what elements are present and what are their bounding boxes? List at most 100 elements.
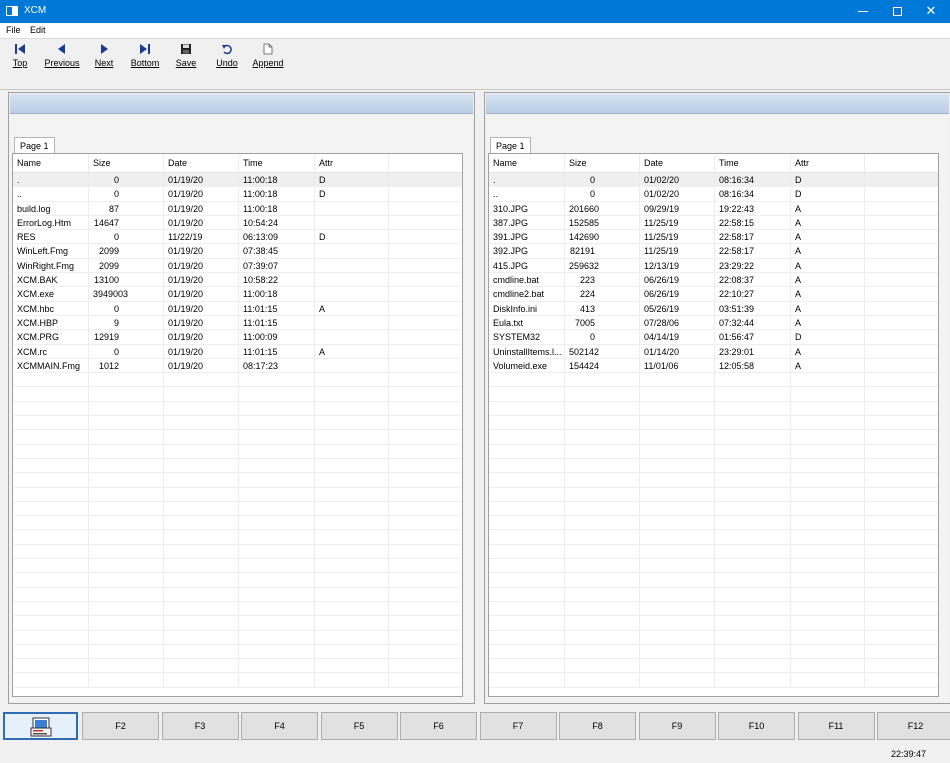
previous-button[interactable]: Previous — [42, 43, 82, 73]
fkey-f11-button[interactable]: F11 — [797, 712, 875, 740]
empty-row[interactable] — [13, 501, 462, 517]
empty-row[interactable] — [489, 387, 938, 402]
menu-file[interactable]: File — [6, 25, 21, 35]
column-header-time[interactable]: Time — [239, 154, 315, 172]
empty-row[interactable] — [13, 616, 462, 631]
empty-row[interactable] — [489, 544, 938, 560]
empty-row[interactable] — [489, 530, 938, 545]
empty-row[interactable] — [13, 673, 462, 688]
empty-row[interactable] — [13, 430, 462, 445]
empty-row[interactable] — [13, 444, 462, 459]
table-row[interactable]: build.log 87 01/19/20 11:00:18 — [13, 201, 462, 216]
table-row[interactable]: XCM.BAK 13100 01/19/20 10:58:22 — [13, 273, 462, 288]
title-bar[interactable]: XCM ✕ — [0, 0, 950, 23]
table-row[interactable]: 310.JPG 201660 09/29/19 19:22:43 A — [489, 201, 938, 216]
column-header-name[interactable]: Name — [489, 154, 565, 172]
table-row[interactable]: Eula.txt 7005 07/28/06 07:32:44 A — [489, 315, 938, 331]
empty-row[interactable] — [13, 630, 462, 645]
table-row[interactable]: XCMMAIN.Fmg 1012 01/19/20 08:17:23 — [13, 358, 462, 374]
menu-edit[interactable]: Edit — [30, 25, 46, 35]
empty-row[interactable] — [489, 401, 938, 417]
empty-row[interactable] — [489, 601, 938, 617]
table-row[interactable]: XCM.rc 0 01/19/20 11:01:15 A — [13, 344, 462, 359]
table-row[interactable]: WinRight.Fmg 2099 01/19/20 07:39:07 — [13, 258, 462, 274]
fkey-f7-button[interactable]: F7 — [479, 712, 557, 740]
empty-row[interactable] — [489, 659, 938, 674]
empty-row[interactable] — [13, 516, 462, 531]
empty-row[interactable] — [489, 630, 938, 645]
empty-row[interactable] — [13, 387, 462, 402]
table-row[interactable]: XCM.hbc 0 01/19/20 11:01:15 A — [13, 301, 462, 316]
empty-row[interactable] — [489, 444, 938, 459]
table-row[interactable]: cmdline2.bat 224 06/26/19 22:10:27 A — [489, 287, 938, 302]
empty-row[interactable] — [13, 401, 462, 417]
column-header-date[interactable]: Date — [164, 154, 239, 172]
empty-row[interactable] — [489, 516, 938, 531]
fkey-f9-button[interactable]: F9 — [638, 712, 716, 740]
empty-row[interactable] — [489, 487, 938, 502]
empty-row[interactable] — [13, 487, 462, 502]
left-tab-page-1[interactable]: Page 1 — [14, 137, 55, 153]
fkey-f5-button[interactable]: F5 — [320, 712, 398, 740]
empty-row[interactable] — [489, 473, 938, 488]
table-row[interactable]: 391.JPG 142690 11/25/19 22:58:17 A — [489, 230, 938, 245]
table-row[interactable]: .. 0 01/02/20 08:16:34 D — [489, 187, 938, 202]
empty-row[interactable] — [13, 373, 462, 388]
empty-row[interactable] — [13, 573, 462, 588]
column-header-name[interactable]: Name — [13, 154, 89, 172]
fkey-f2-button[interactable]: F2 — [82, 712, 159, 740]
table-row[interactable]: DiskInfo.ini 413 05/26/19 03:51:39 A — [489, 301, 938, 316]
fkey-f8-button[interactable]: F8 — [559, 712, 636, 740]
fkey-f12-button[interactable]: F12 — [877, 712, 950, 740]
empty-row[interactable] — [489, 416, 938, 431]
left-file-grid[interactable]: Name Size Date Time Attr . 0 01/19/20 11:00… — [12, 153, 463, 697]
table-row[interactable]: . 0 01/02/20 08:16:34 D — [489, 173, 938, 188]
table-row[interactable]: 392.JPG 82191 11/25/19 22:58:17 A — [489, 244, 938, 259]
empty-row[interactable] — [13, 659, 462, 674]
empty-row[interactable] — [489, 616, 938, 631]
next-button[interactable]: Next — [84, 43, 124, 73]
table-row[interactable]: RES 0 11/22/19 06:13:09 D — [13, 230, 462, 245]
column-header-attr[interactable]: Attr — [791, 154, 865, 172]
empty-row[interactable] — [13, 587, 462, 602]
table-row[interactable]: . 0 01/19/20 11:00:18 D — [13, 173, 462, 188]
empty-row[interactable] — [489, 673, 938, 688]
empty-row[interactable] — [489, 430, 938, 445]
close-button[interactable]: ✕ — [914, 0, 948, 23]
empty-row[interactable] — [13, 559, 462, 574]
empty-row[interactable] — [13, 544, 462, 560]
top-button[interactable]: Top — [0, 43, 40, 73]
table-row[interactable]: WinLeft.Fmg 2099 01/19/20 07:38:45 — [13, 244, 462, 259]
right-file-grid[interactable]: Name Size Date Time Attr . 0 01/02/20 08:16… — [488, 153, 939, 697]
table-row[interactable]: SYSTEM32 0 04/14/19 01:56:47 D — [489, 330, 938, 345]
empty-row[interactable] — [13, 530, 462, 545]
table-row[interactable]: 387.JPG 152585 11/25/19 22:58:15 A — [489, 215, 938, 231]
column-header-time[interactable]: Time — [715, 154, 791, 172]
empty-row[interactable] — [489, 373, 938, 388]
table-row[interactable]: UninstallItems.l... 502142 01/14/20 23:29:0… — [489, 344, 938, 359]
empty-row[interactable] — [489, 559, 938, 574]
fkey-f10-button[interactable]: F10 — [718, 712, 795, 740]
minimize-button[interactable] — [846, 0, 880, 23]
table-row[interactable]: cmdline.bat 223 06/26/19 22:08:37 A — [489, 273, 938, 288]
column-header-size[interactable]: Size — [565, 154, 640, 172]
column-header-size[interactable]: Size — [89, 154, 164, 172]
empty-row[interactable] — [489, 644, 938, 660]
f1-app-button[interactable] — [3, 712, 78, 740]
table-row[interactable]: ErrorLog.Htm 14647 01/19/20 10:54:24 — [13, 215, 462, 231]
fkey-f4-button[interactable]: F4 — [241, 712, 318, 740]
column-header-attr[interactable]: Attr — [315, 154, 389, 172]
table-row[interactable]: .. 0 01/19/20 11:00:18 D — [13, 187, 462, 202]
empty-row[interactable] — [13, 458, 462, 474]
save-button[interactable]: Save — [166, 43, 206, 73]
table-row[interactable]: 415.JPG 259632 12/13/19 23:29:22 A — [489, 258, 938, 274]
column-header-date[interactable]: Date — [640, 154, 715, 172]
fkey-f6-button[interactable]: F6 — [400, 712, 477, 740]
table-row[interactable]: XCM.PRG 12919 01/19/20 11:00:09 — [13, 330, 462, 345]
empty-row[interactable] — [13, 416, 462, 431]
empty-row[interactable] — [489, 573, 938, 588]
empty-row[interactable] — [13, 644, 462, 660]
empty-row[interactable] — [489, 501, 938, 517]
table-row[interactable]: Volumeid.exe 154424 11/01/06 12:05:58 A — [489, 358, 938, 374]
empty-row[interactable] — [13, 473, 462, 488]
